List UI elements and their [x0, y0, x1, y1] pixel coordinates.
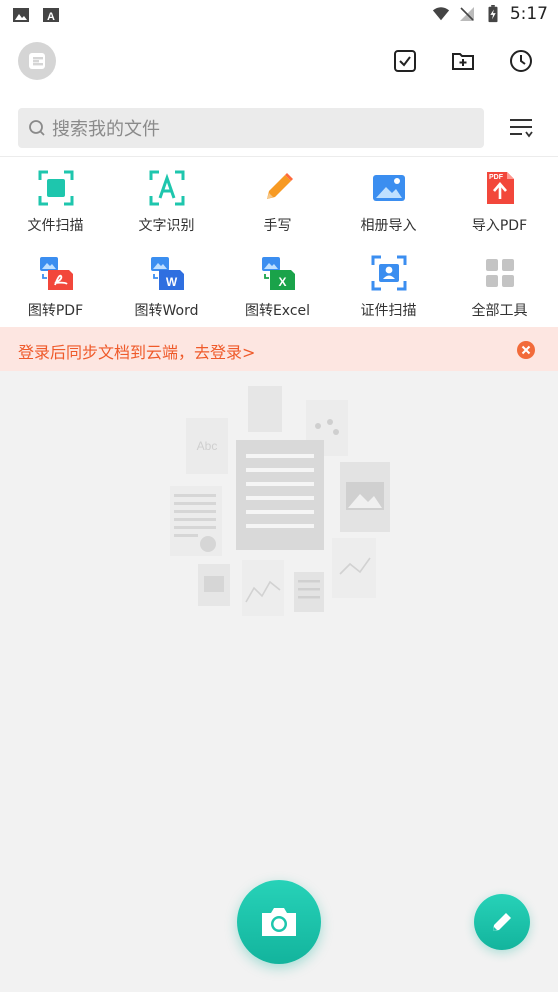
text-recognition-icon: [149, 170, 184, 206]
clock-time: 5:17: [509, 4, 548, 24]
svg-text:A: A: [47, 11, 55, 23]
tool-album-import[interactable]: 相册导入: [333, 157, 444, 242]
tool-image-to-pdf[interactable]: 图转PDF: [0, 242, 111, 327]
search-input[interactable]: 搜索我的文件: [18, 108, 484, 148]
tool-id-card-scan[interactable]: 证件扫描: [333, 242, 444, 327]
id-card-scan-icon: [371, 255, 406, 291]
app-header: [0, 30, 558, 100]
gallery-notification-icon: [13, 8, 29, 22]
image-to-word-icon: W: [150, 257, 184, 290]
tool-label: 文件扫描: [27, 218, 84, 234]
no-signal-icon: [459, 7, 474, 21]
image-to-pdf-icon: [39, 257, 73, 290]
tool-label: 手写: [263, 218, 292, 234]
tool-label: 相册导入: [360, 218, 417, 234]
tool-label: 图转PDF: [27, 303, 84, 319]
tool-document-scan[interactable]: 文件扫描: [0, 157, 111, 242]
tool-image-to-word[interactable]: W 图转Word: [111, 242, 222, 327]
search-placeholder: 搜索我的文件: [52, 119, 160, 140]
empty-documents-illustration: Abc: [170, 386, 390, 616]
camera-icon: [262, 908, 296, 936]
tool-pdf-import[interactable]: PDF 导入PDF: [444, 157, 555, 242]
tool-all-tools[interactable]: 全部工具: [444, 242, 555, 327]
tool-text-recognition[interactable]: 文字识别: [111, 157, 222, 242]
login-sync-banner[interactable]: 登录后同步文档到云端，去登录>: [0, 327, 558, 371]
tool-label: 图转Excel: [244, 303, 311, 319]
tool-grid: 文件扫描 文字识别 手写 相册导入 PDF 导入PDF 图转PDF W 图转Wo…: [0, 157, 558, 327]
document-scan-icon: [38, 170, 73, 206]
wifi-icon: [432, 7, 449, 21]
tool-label: 证件扫描: [360, 303, 417, 319]
banner-text[interactable]: 登录后同步文档到云端，去登录>: [18, 339, 255, 363]
search-row: 搜索我的文件: [0, 100, 558, 156]
status-bar: A 5:17: [0, 0, 558, 30]
check-square-icon[interactable]: [392, 48, 418, 74]
tool-label: 图转Word: [134, 303, 199, 319]
abc-doc-text: Abc: [197, 439, 218, 453]
pencil-edit-icon: [493, 913, 511, 931]
tool-label: 导入PDF: [471, 218, 528, 234]
battery-charging-icon: [488, 5, 498, 23]
image-to-excel-icon: X: [261, 257, 295, 290]
add-folder-icon[interactable]: [450, 48, 476, 74]
word-badge-text: W: [165, 275, 177, 289]
camera-capture-button[interactable]: [237, 880, 321, 964]
tool-label: 全部工具: [471, 303, 528, 319]
album-import-icon: [372, 175, 405, 201]
user-avatar[interactable]: [18, 42, 56, 80]
grid-tools-icon: [485, 259, 514, 287]
pdf-badge-text: PDF: [489, 174, 504, 181]
excel-badge-text: X: [278, 275, 286, 289]
pdf-import-icon: PDF: [486, 172, 514, 204]
tool-image-to-excel[interactable]: X 图转Excel: [222, 242, 333, 327]
history-clock-icon[interactable]: [508, 48, 534, 74]
pencil-icon: [266, 173, 293, 199]
edit-note-button[interactable]: [474, 894, 530, 950]
close-icon[interactable]: [516, 340, 536, 360]
user-avatar-icon: [29, 53, 45, 69]
search-icon: [29, 120, 45, 136]
font-notification-icon: A: [43, 8, 59, 23]
tool-label: 文字识别: [138, 218, 195, 234]
tool-handwriting[interactable]: 手写: [222, 157, 333, 242]
sort-list-icon[interactable]: [508, 114, 534, 140]
